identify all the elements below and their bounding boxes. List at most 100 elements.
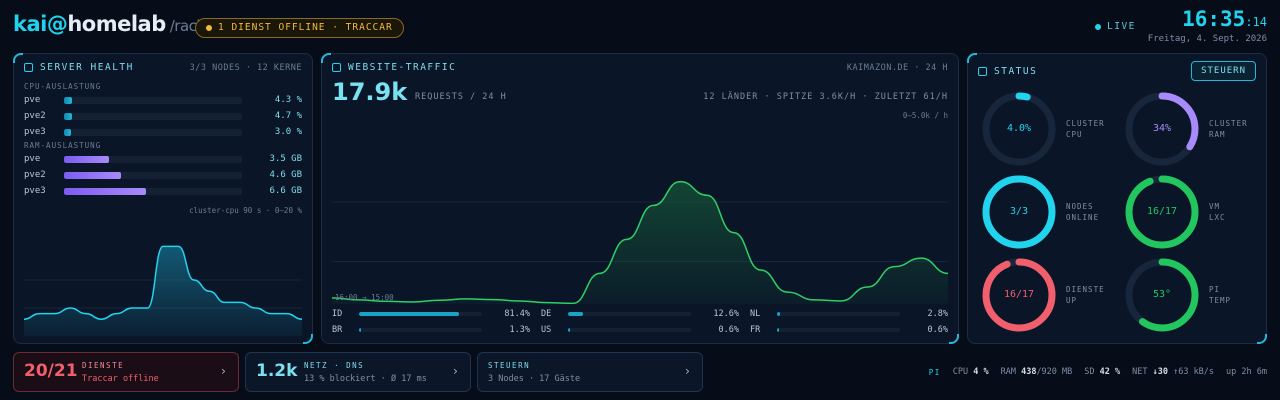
country-value: 81.4% [504,309,530,319]
country-row: FR 0.6% [750,324,948,336]
country-bar-fill [568,328,570,332]
ram-bar-track [64,171,242,179]
ram-bar-fill [64,187,146,195]
clock: 16:35:14 [1182,7,1267,31]
panel-square-icon [978,67,987,76]
ram-value: 4.6 GB [269,170,302,180]
country-row: DE 12.6% [541,308,739,320]
cpu-section-label: CPU-AUSLASTUNG [24,82,102,91]
alert-text: 1 DIENST OFFLINE · TRACCAR [218,22,393,33]
server-health-title: SERVER HEALTH [24,62,134,73]
gauge-value: 16/17 [1003,289,1035,300]
cpu-value: 4.7 % [274,111,302,121]
country-value: 2.8% [927,309,948,319]
steuern-button[interactable]: STEUERN [1191,61,1256,81]
pi-sd: SD 42 % [1084,367,1121,377]
cpu-node-name: pve2 [24,111,46,121]
brand-host: homelab [67,12,166,36]
ram-row: pve 3.5 GB [24,153,302,165]
cluster-cpu-chart [24,245,302,336]
traffic-scale: 0–5.0k / h [902,111,948,120]
ram-section-label: RAM-AUSLASTUNG [24,141,102,150]
chevron-right-icon: › [219,364,227,378]
country-code: ID [332,309,343,319]
ram-bar-track [64,187,242,195]
ram-bar-track [64,155,242,163]
country-code: DE [541,309,552,319]
cpu-bar-fill [64,128,72,136]
traffic-total: 17.9k [332,78,408,106]
netz-sub: 13 % blockiert · Ø 17 ms [304,374,427,384]
live-dot-icon [1095,23,1101,30]
gauge-label: VM LXC [1209,202,1226,222]
status-gauge: 53° [1123,256,1201,334]
pi-system-bar: PI CPU 4 % RAM 438/920 MB SD 42 % NET ↓3… [929,367,1267,377]
dienste-sub: Traccar offline [82,374,159,384]
pi-cpu: CPU 4 % [952,367,989,377]
country-value: 12.6% [713,309,739,319]
ram-node-name: pve [24,154,41,164]
country-row: NL 2.8% [750,308,948,320]
gauge-label: DIENSTE UP [1066,285,1105,305]
gauge-value: 3/3 [1009,206,1029,217]
country-code: NL [750,309,761,319]
gauge-value: 4.0% [1006,123,1032,134]
steuern-card[interactable]: STEUERN 3 Nodes · 17 Gäste › [477,352,703,392]
cpu-bar-track [64,112,242,120]
gauge-label: PI TEMP [1209,285,1232,305]
ram-bar-fill [64,171,121,179]
cpu-chart-caption: cluster-cpu 90 s · 0–20 % [189,206,302,215]
status-gauge: 16/17 [1123,173,1201,251]
netz-count: 1.2k [256,361,298,381]
country-value: 0.6% [718,325,739,335]
traffic-chart [332,180,948,304]
country-bar-track [568,312,691,316]
steuern-card-title: STEUERN [488,361,531,370]
steuern-card-sub: 3 Nodes · 17 Gäste [488,374,581,384]
panel-square-icon [332,63,341,72]
website-traffic-panel: WEBSITE-TRAFFIC KAIMAZON.DE · 24 H 17.9k… [321,53,959,344]
dienste-card[interactable]: 20/21 DIENSTE Traccar offline › [13,352,239,392]
ram-node-name: pve2 [24,170,46,180]
ram-row: pve3 6.6 GB [24,185,302,197]
cpu-bar-track [64,96,242,104]
traffic-title: WEBSITE-TRAFFIC [332,62,456,73]
live-label: LIVE [1107,21,1136,32]
panel-square-icon [24,63,33,72]
status-gauge: 16/17 [980,256,1058,334]
country-bar-fill [777,312,781,316]
ram-row: pve2 4.6 GB [24,169,302,181]
country-row: US 0.6% [541,324,739,336]
traffic-range: 16:00 → 15:00 [335,293,394,302]
dienste-title: DIENSTE [82,361,125,370]
ram-node-name: pve3 [24,186,46,196]
offline-alert-badge[interactable]: 1 DIENST OFFLINE · TRACCAR [195,18,404,38]
pi-uptime: up 2h 6m [1226,367,1267,377]
country-bar-track [359,312,482,316]
cpu-row: pve2 4.7 % [24,110,302,122]
live-indicator: LIVE [1095,21,1136,32]
netz-card[interactable]: 1.2k NETZ · DNS 13 % blockiert · Ø 17 ms… [245,352,471,392]
country-row: ID 81.4% [332,308,530,320]
clock-seconds: :14 [1245,15,1267,29]
country-bar-track [568,328,691,332]
status-gauge: 34% [1123,90,1201,168]
date: Freitag, 4. Sept. 2026 [1147,34,1267,44]
country-bar-track [777,312,900,316]
series-area [24,246,302,336]
dienste-count: 20/21 [24,361,78,381]
gauge-label: CLUSTER RAM [1209,119,1248,139]
country-bar-fill [359,312,460,316]
gauge-label: NODES ONLINE [1066,202,1100,222]
country-code: BR [332,325,343,335]
country-bar-fill [568,312,584,316]
pi-ram: RAM 438/920 MB [1000,367,1073,377]
brand-user: kai@ [13,12,68,36]
status-gauge: 3/3 [980,173,1058,251]
cpu-bar-fill [64,96,72,104]
cpu-bar-fill [64,112,73,120]
netz-title: NETZ · DNS [304,361,365,370]
server-health-meta: 3/3 NODES · 12 KERNE [189,63,302,73]
ram-bar-fill [64,155,109,163]
server-health-panel: SERVER HEALTH 3/3 NODES · 12 KERNE CPU-A… [13,53,313,344]
